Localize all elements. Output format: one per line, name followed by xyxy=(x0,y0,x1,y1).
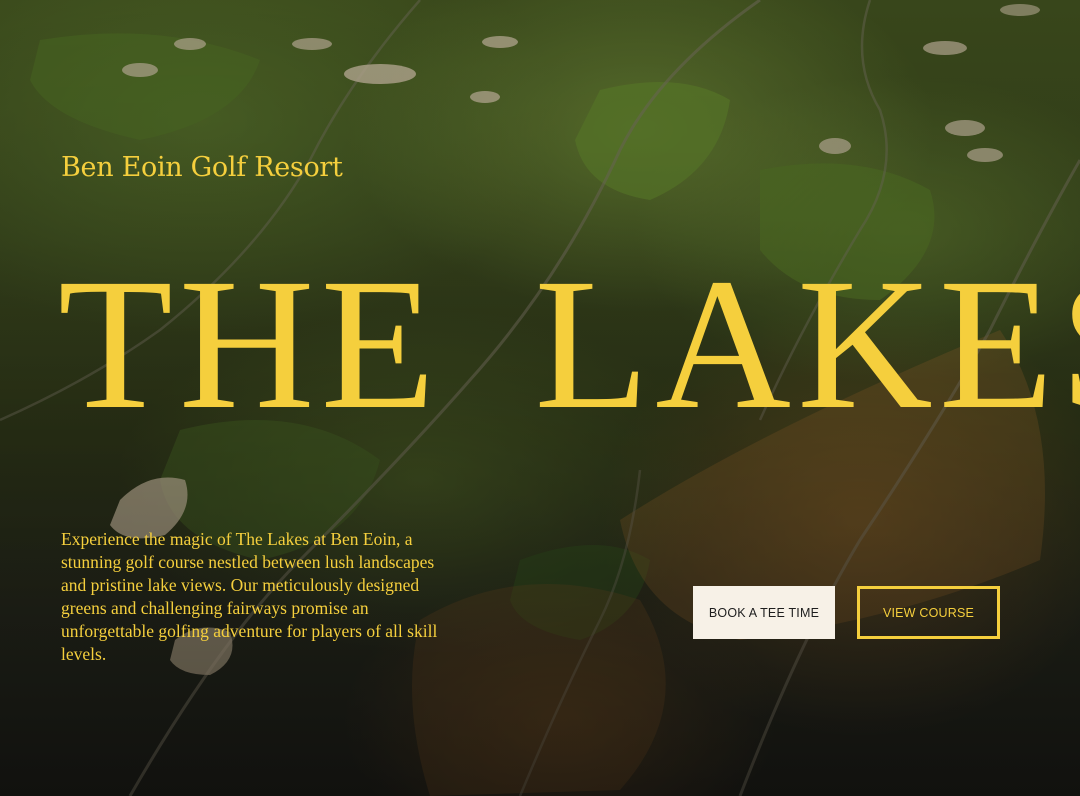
hero-section: Ben Eoin Golf Resort THE LAKES Experienc… xyxy=(0,0,1080,796)
view-course-button[interactable]: VIEW COURSE xyxy=(857,586,1000,639)
course-description: Experience the magic of The Lakes at Ben… xyxy=(61,529,438,664)
resort-name: Ben Eoin Golf Resort xyxy=(61,152,343,183)
page-title: THE LAKES xyxy=(58,239,1080,448)
book-tee-time-button[interactable]: BOOK A TEE TIME xyxy=(693,586,835,639)
